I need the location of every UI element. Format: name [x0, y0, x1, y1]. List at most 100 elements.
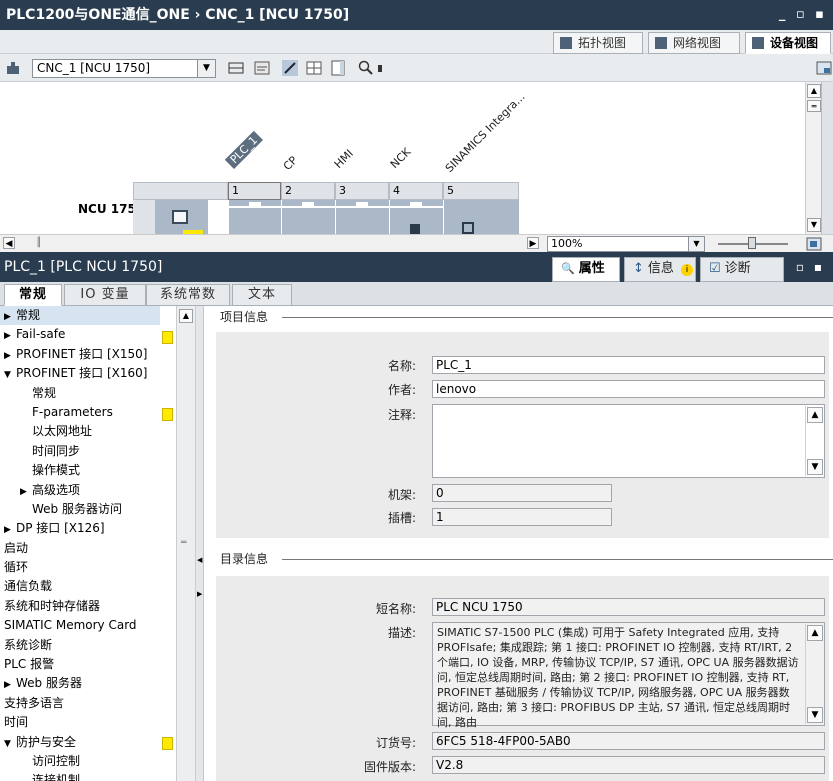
table-icon[interactable] — [306, 60, 322, 76]
scroll-up-icon[interactable]: ▲ — [807, 84, 821, 98]
expanded-arrow-icon[interactable]: ▼ — [4, 366, 16, 385]
description-scrollbar[interactable]: ▲ ▼ — [805, 624, 823, 724]
rack-slot-number[interactable]: 5 — [443, 182, 519, 200]
slot-label-nck[interactable]: NCK — [388, 145, 414, 171]
tab-info[interactable]: ↕ 信息 i — [624, 257, 696, 282]
slot-label-plc[interactable]: PLC_1 — [224, 130, 263, 169]
subtab-texts[interactable]: 文本 — [232, 284, 292, 306]
window-controls[interactable]: _ ▫ ▪ — [779, 0, 827, 30]
collapsed-arrow-icon[interactable]: ▶ — [4, 521, 16, 540]
tree-item[interactable]: ▶ 常规 — [0, 306, 160, 326]
tree-item[interactable]: 以太网地址 — [0, 422, 160, 441]
panel-controls-icon[interactable]: ▫ ▪ — [796, 252, 825, 282]
subtab-io-tags[interactable]: IO 变量 — [64, 284, 146, 306]
collapsed-arrow-icon[interactable]: ▶ — [4, 327, 16, 346]
scroll-down-icon[interactable]: ▼ — [807, 459, 823, 475]
scroll-thumb[interactable]: ═ — [807, 100, 821, 112]
collapsed-arrow-icon[interactable]: ▶ — [20, 483, 32, 502]
panel-toggle-icon[interactable] — [816, 60, 832, 76]
tree-item[interactable]: ▼ PROFINET 接口 [X160] — [0, 364, 160, 383]
zoom-select[interactable]: 100% ▼ — [547, 236, 705, 252]
name-field[interactable]: PLC_1 — [432, 356, 825, 374]
tab-network-view[interactable]: 网络视图 — [648, 32, 740, 54]
name-icon[interactable] — [254, 60, 270, 76]
tree-item[interactable]: ▶ PROFINET 接口 [X150] — [0, 345, 160, 364]
tree-item[interactable]: 时间同步 — [0, 442, 160, 461]
rack-slot-number[interactable]: 1 — [228, 182, 281, 200]
tab-topology-view[interactable]: 拓扑视图 — [553, 32, 643, 54]
scroll-thumb[interactable]: ║ — [36, 237, 48, 249]
properties-title: PLC_1 [PLC NCU 1750] — [4, 259, 163, 275]
tree-item[interactable]: 启动 — [0, 539, 160, 558]
rack-slot-number[interactable]: 3 — [335, 182, 389, 200]
tree-item[interactable]: 通信负载 — [0, 577, 160, 596]
comment-field[interactable]: ▲ ▼ — [432, 404, 825, 478]
tree-item[interactable]: ▶ DP 接口 [X126] — [0, 519, 160, 538]
zoom-slider[interactable] — [718, 237, 788, 249]
module-sinamics[interactable] — [443, 200, 519, 234]
edit-icon[interactable] — [282, 60, 298, 76]
zoom-options-icon[interactable] — [375, 60, 385, 76]
slot-label-hmi[interactable]: HMI — [332, 147, 356, 171]
status-marker-column — [160, 306, 176, 781]
tree-item[interactable]: F-parameters — [0, 403, 160, 422]
scroll-up-icon[interactable]: ▲ — [807, 625, 823, 641]
rack-slot-number[interactable]: 2 — [281, 182, 335, 200]
expand-icon[interactable]: ▶ — [197, 590, 202, 598]
scroll-down-icon[interactable]: ▼ — [807, 707, 823, 723]
scroll-thumb[interactable]: ═ — [181, 538, 191, 548]
tab-properties[interactable]: 🔍 属性 — [552, 257, 620, 282]
device-toolbar: CNC_1 [NCU 1750] ▼ — [0, 54, 833, 82]
device-select[interactable]: CNC_1 [NCU 1750] ▼ — [32, 59, 216, 78]
collapsed-arrow-icon[interactable]: ▶ — [4, 676, 16, 695]
tree-item[interactable]: SIMATIC Memory Card — [0, 616, 160, 635]
slot-label-sinamics[interactable]: SINAMICS Integra... — [443, 90, 528, 175]
tree-item-label: 操作模式 — [32, 463, 81, 478]
pane-splitter[interactable]: ◀ ▶ — [196, 306, 204, 781]
subtab-general[interactable]: 常规 — [4, 284, 62, 306]
tree-item[interactable]: ▶ 高级选项 — [0, 481, 160, 500]
rack-slot-number[interactable]: 4 — [389, 182, 443, 200]
collapse-icon[interactable]: ◀ — [197, 556, 202, 564]
tree-item[interactable]: 访问控制 — [0, 752, 160, 771]
tree-item[interactable]: PLC 报警 — [0, 655, 160, 674]
chevron-down-icon[interactable]: ▼ — [197, 60, 215, 77]
tree-item[interactable]: Web 服务器访问 — [0, 500, 160, 519]
side-panel-strip[interactable] — [821, 82, 833, 252]
tree-item[interactable]: ▶ Web 服务器 — [0, 674, 160, 693]
tree-item[interactable]: 常规 — [0, 384, 160, 403]
scroll-left-icon[interactable]: ◀ — [3, 237, 15, 249]
tree-item[interactable]: 时间 — [0, 713, 160, 732]
description-field: SIMATIC S7-1500 PLC (集成) 可用于 Safety Inte… — [432, 622, 825, 729]
tree-item[interactable]: 支持多语言 — [0, 694, 160, 713]
tree-item[interactable]: ▼ 防护与安全 — [0, 733, 160, 752]
tree-item[interactable]: 系统诊断 — [0, 636, 160, 655]
tree-item[interactable]: 连接机制 — [0, 771, 160, 781]
grid-icon[interactable] — [228, 60, 244, 76]
zoom-icon[interactable] — [358, 60, 374, 76]
scroll-up-icon[interactable]: ▲ — [807, 407, 823, 423]
subtab-system-constants[interactable]: 系统常数 — [146, 284, 230, 306]
tab-device-view[interactable]: 设备视图 — [745, 32, 831, 54]
scroll-up-icon[interactable]: ▲ — [179, 309, 193, 323]
device-add-icon[interactable] — [5, 60, 21, 76]
overview-icon[interactable] — [806, 236, 822, 252]
author-field[interactable]: lenovo — [432, 380, 825, 398]
chevron-down-icon[interactable]: ▼ — [688, 237, 704, 251]
tree-scrollbar[interactable]: ▲ ═ — [176, 306, 196, 781]
page-icon[interactable] — [330, 60, 346, 76]
tree-item[interactable]: ▶ Fail-safe — [0, 325, 160, 344]
expanded-arrow-icon[interactable]: ▼ — [4, 735, 16, 754]
scroll-right-icon[interactable]: ▶ — [527, 237, 539, 249]
tree-item[interactable]: 循环 — [0, 558, 160, 577]
tab-diagnostics[interactable]: ☑ 诊断 — [700, 257, 784, 282]
comment-scrollbar[interactable]: ▲ ▼ — [805, 406, 823, 476]
scroll-down-icon[interactable]: ▼ — [807, 218, 821, 232]
slot-label-cp[interactable]: CP — [281, 154, 300, 173]
device-view-canvas[interactable]: PLC_1 CP HMI NCK SINAMICS Integra... 1 2… — [0, 82, 805, 234]
canvas-vertical-scrollbar[interactable]: ▲ ═ ▼ — [805, 82, 821, 234]
rack-module[interactable] — [155, 200, 208, 234]
tree-item[interactable]: 系统和时钟存储器 — [0, 597, 160, 616]
tree-item[interactable]: 操作模式 — [0, 461, 160, 480]
zoom-slider-thumb[interactable] — [748, 237, 756, 249]
